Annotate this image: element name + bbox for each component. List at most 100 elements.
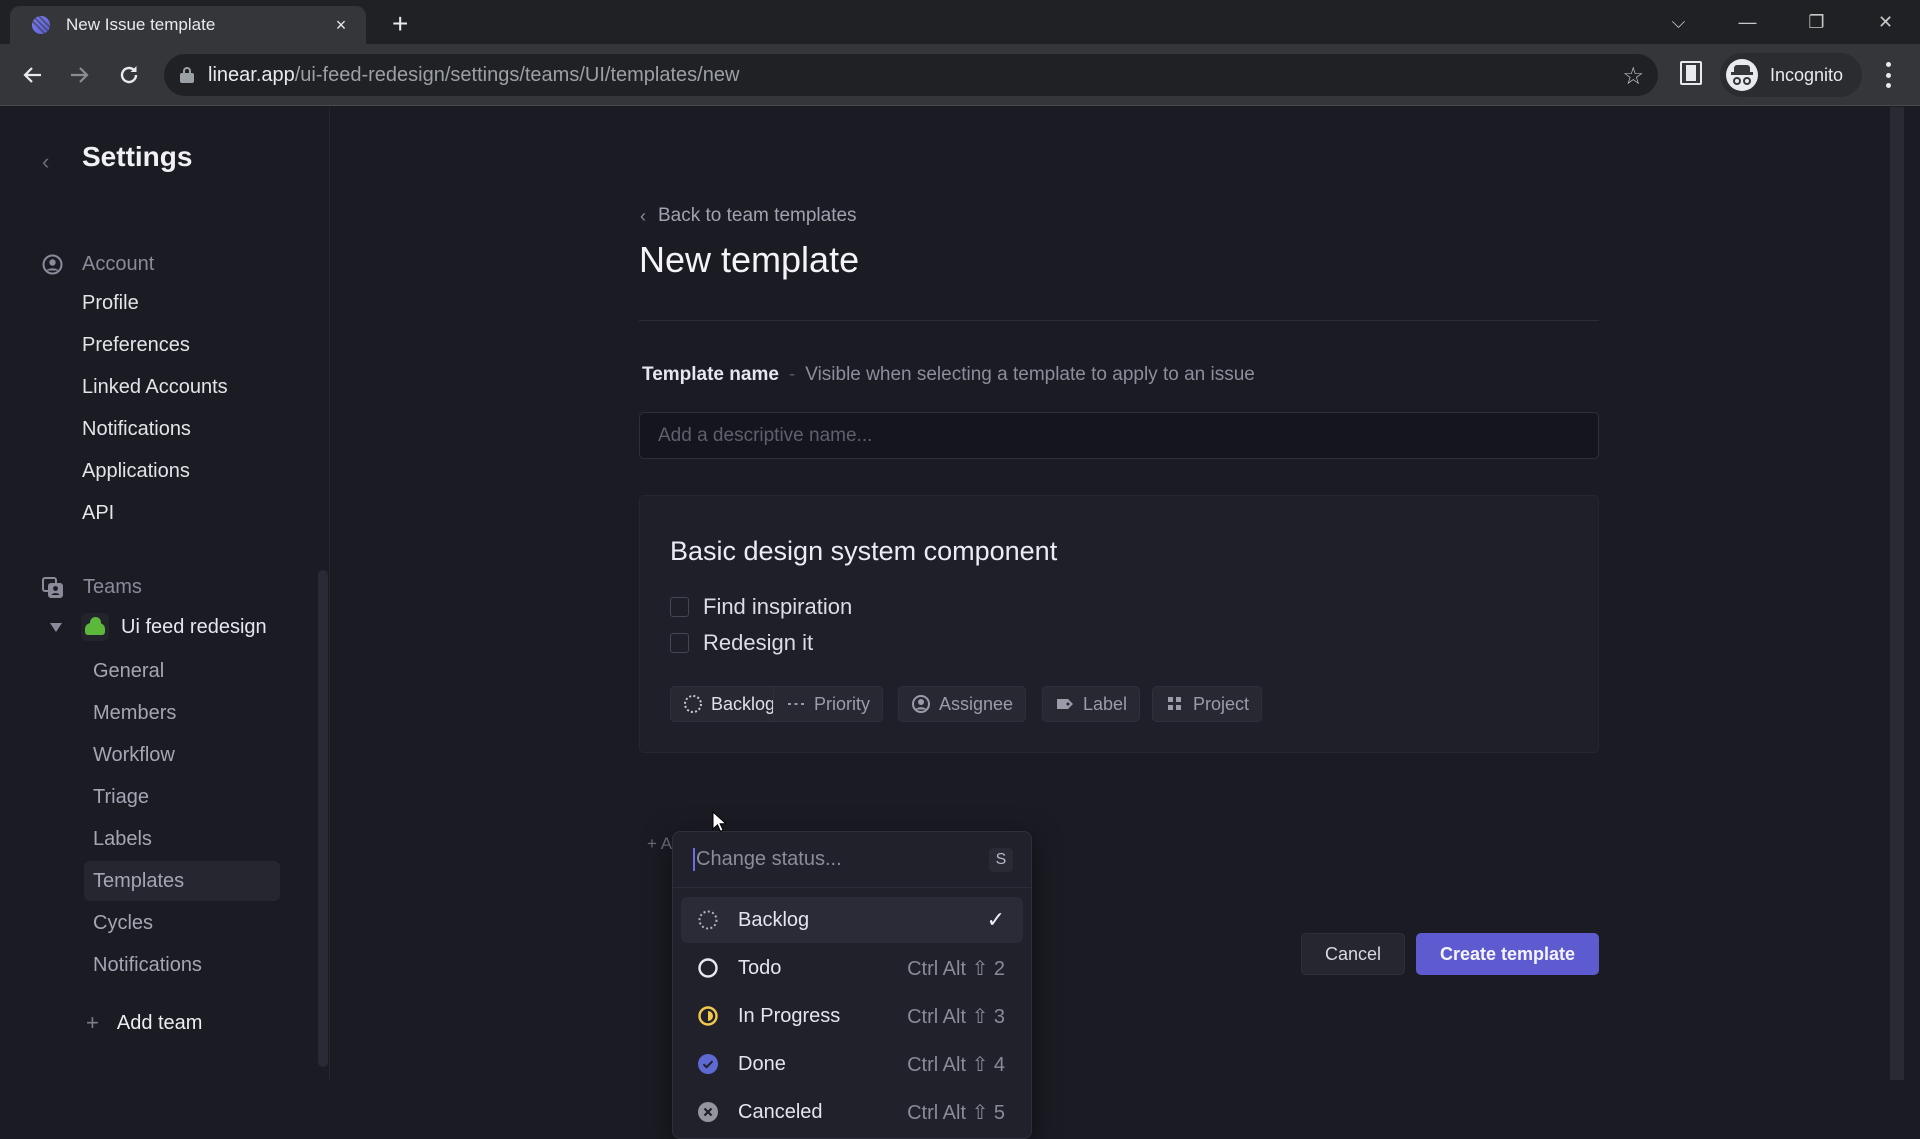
checkmark-icon: ✓: [986, 907, 1005, 932]
status-option-in-progress[interactable]: In Progress Ctrl Alt ⇧ 3: [681, 993, 1023, 1039]
sidebar-item-triage[interactable]: Triage: [84, 777, 280, 817]
assignee-chip[interactable]: Assignee: [898, 686, 1027, 722]
account-section-label: Account: [82, 253, 155, 275]
status-option-canceled[interactable]: Canceled Ctrl Alt ⇧ 5: [681, 1089, 1023, 1135]
back-to-team-templates-link[interactable]: ‹ Back to team templates: [640, 205, 857, 227]
address-bar[interactable]: linear.app/ui-feed-redesign/settings/tea…: [164, 54, 1658, 96]
close-window-button[interactable]: ✕: [1851, 0, 1920, 44]
sidebar-title: Settings: [82, 141, 193, 172]
teams-section-header: Teams: [42, 576, 142, 599]
status-option-shortcut: Ctrl Alt ⇧ 5: [907, 1101, 1005, 1124]
done-icon: [697, 1053, 719, 1075]
sidebar-item-templates[interactable]: Templates: [84, 861, 280, 901]
side-panel-icon[interactable]: [1680, 61, 1702, 85]
arrow-left-icon: [23, 67, 41, 83]
page-title: New template: [639, 239, 860, 280]
priority-chip-label: Priority: [814, 693, 871, 714]
sidebar-item-profile[interactable]: Profile: [82, 289, 139, 317]
canceled-icon: [697, 1101, 719, 1123]
todo-icon: [697, 957, 719, 979]
sidebar-item-team-notifications[interactable]: Notifications: [84, 945, 280, 985]
template-name-input[interactable]: [639, 412, 1599, 459]
tab-search-icon[interactable]: ⌵: [1644, 0, 1713, 44]
field-name: Template name: [642, 364, 779, 385]
user-circle-icon: [911, 694, 931, 714]
sidebar-item-applications[interactable]: Applications: [82, 457, 190, 485]
caret-down-icon[interactable]: [50, 622, 62, 632]
reload-button[interactable]: [112, 58, 146, 92]
issue-title[interactable]: Basic design system component: [670, 536, 1057, 567]
sidebar-item-api[interactable]: API: [82, 499, 114, 527]
account-section-header: Account: [42, 253, 154, 276]
page-scrollbar[interactable]: [1890, 107, 1904, 1080]
status-chip[interactable]: Backlog: [670, 686, 789, 722]
status-option-label: Done: [738, 1052, 786, 1075]
in-progress-icon: [697, 1005, 719, 1027]
sidebar-item-members[interactable]: Members: [84, 693, 280, 733]
cancel-button[interactable]: Cancel: [1301, 933, 1405, 975]
tag-icon: [1055, 694, 1075, 714]
status-option-todo[interactable]: Todo Ctrl Alt ⇧ 2: [681, 945, 1023, 991]
sidebar-item-linked-accounts[interactable]: Linked Accounts: [82, 373, 228, 401]
browser-menu-icon[interactable]: [1878, 62, 1898, 88]
sidebar-item-general[interactable]: General: [84, 651, 280, 691]
sidebar-item-labels[interactable]: Labels: [84, 819, 280, 859]
status-option-label: Todo: [738, 956, 782, 979]
settings-sidebar: ‹ Settings Account Profile Preferences L…: [0, 107, 330, 1080]
checkbox[interactable]: [670, 633, 689, 653]
label-chip-label: Label: [1083, 693, 1128, 714]
sidebar-item-workflow[interactable]: Workflow: [84, 735, 280, 775]
field-separator: -: [788, 364, 796, 385]
user-circle-icon: [42, 254, 63, 275]
sidebar-scrollbar[interactable]: [318, 570, 328, 1067]
status-chip-label: Backlog: [711, 693, 776, 714]
status-option-label: In Progress: [738, 1004, 841, 1027]
restore-button[interactable]: ❐: [1782, 0, 1851, 44]
back-button[interactable]: [16, 58, 50, 92]
status-option-backlog[interactable]: Backlog ✓: [681, 897, 1023, 943]
url-path: /ui-feed-redesign/settings/teams/UI/temp…: [294, 63, 740, 86]
add-team-button[interactable]: + Add team: [86, 1010, 202, 1036]
incognito-icon: [1726, 59, 1758, 91]
minimize-button[interactable]: —: [1713, 0, 1782, 44]
bookmark-star-icon[interactable]: ☆: [1622, 62, 1644, 91]
add-template-partial-link[interactable]: + A: [647, 834, 672, 854]
back-link-label: Back to team templates: [658, 205, 857, 226]
checklist-item[interactable]: Find inspiration: [670, 594, 852, 620]
checklist-item[interactable]: Redesign it: [670, 630, 813, 656]
priority-chip[interactable]: Priority: [773, 686, 884, 722]
status-option-shortcut: Ctrl Alt ⇧ 2: [907, 957, 1005, 980]
arrow-right-icon: [71, 67, 89, 83]
sidebar-back-chevron-icon[interactable]: ‹: [42, 149, 49, 175]
checkbox[interactable]: [670, 597, 689, 617]
browser-tabstrip: New Issue template × + ⌵ — ❐ ✕: [0, 0, 1920, 44]
new-tab-button[interactable]: +: [392, 10, 408, 38]
label-chip[interactable]: Label: [1042, 686, 1141, 722]
checklist-item-label: Redesign it: [703, 630, 814, 655]
checklist-item-label: Find inspiration: [703, 594, 853, 619]
backlog-icon: [683, 694, 703, 714]
project-chip[interactable]: Project: [1152, 686, 1263, 722]
linear-app: ‹ Settings Account Profile Preferences L…: [0, 107, 1920, 1139]
plus-icon: +: [86, 1010, 99, 1035]
status-search: S: [673, 832, 1031, 888]
sidebar-item-preferences[interactable]: Preferences: [82, 331, 190, 359]
sidebar-item-notifications[interactable]: Notifications: [82, 415, 191, 443]
teams-section-label: Teams: [83, 576, 142, 598]
status-option-done[interactable]: Done Ctrl Alt ⇧ 4: [681, 1041, 1023, 1087]
team-cloud-icon: [81, 613, 109, 641]
create-template-button[interactable]: Create template: [1416, 933, 1599, 975]
tab-close-icon[interactable]: ×: [330, 15, 352, 36]
add-team-label: Add team: [116, 1011, 203, 1034]
backlog-icon: [697, 909, 719, 931]
linear-favicon-icon: [32, 16, 50, 34]
forward-button[interactable]: [62, 58, 96, 92]
incognito-profile-button[interactable]: Incognito: [1720, 53, 1862, 97]
status-option-label: Canceled: [738, 1100, 823, 1123]
incognito-label: Incognito: [1770, 64, 1844, 85]
status-search-input[interactable]: [693, 848, 973, 871]
sidebar-item-cycles[interactable]: Cycles: [84, 903, 280, 943]
browser-toolbar: linear.app/ui-feed-redesign/settings/tea…: [0, 44, 1920, 106]
browser-tab-active[interactable]: New Issue template ×: [10, 6, 366, 44]
team-ui-feed-redesign[interactable]: Ui feed redesign: [50, 613, 267, 641]
